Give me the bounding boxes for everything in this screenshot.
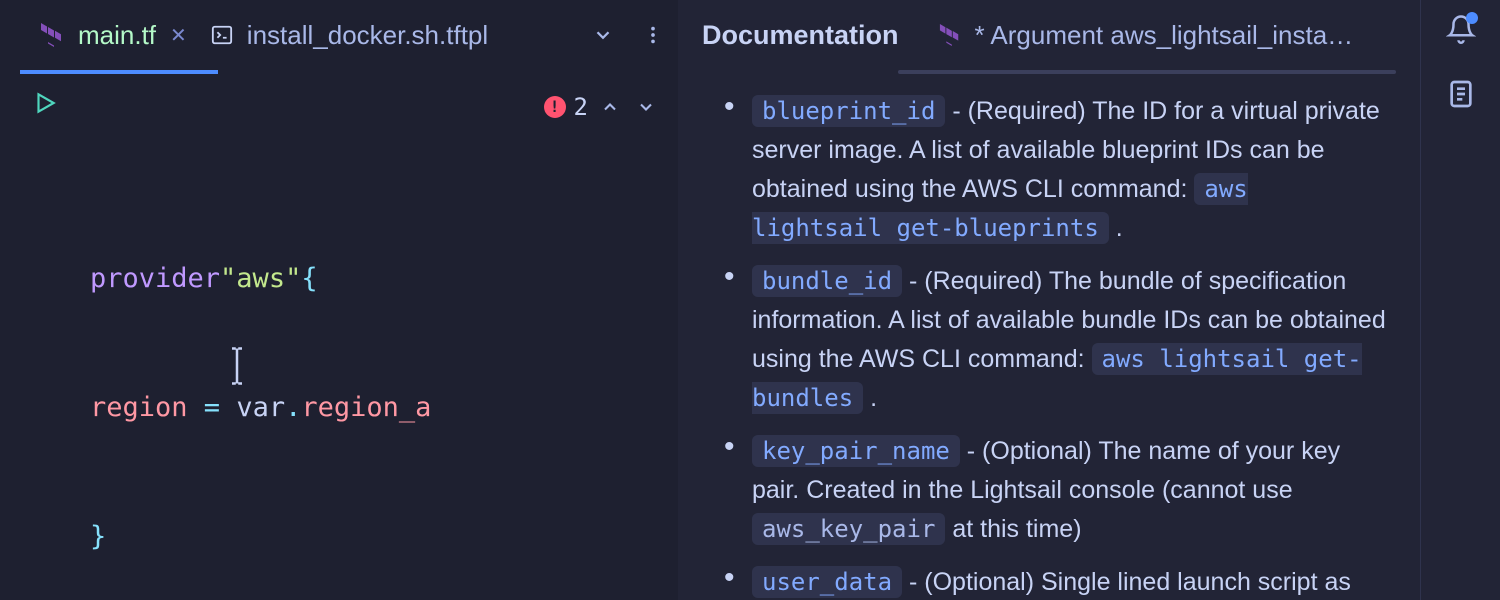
- close-icon[interactable]: ✕: [170, 23, 187, 48]
- doc-title: Documentation: [702, 20, 899, 51]
- more-icon[interactable]: [628, 24, 678, 46]
- right-rail: [1420, 0, 1500, 600]
- chevron-up-icon[interactable]: [596, 97, 624, 117]
- documentation-tool-icon[interactable]: [1445, 78, 1477, 110]
- chevron-down-icon[interactable]: [578, 24, 628, 46]
- terraform-icon: [40, 23, 64, 47]
- run-icon[interactable]: [32, 90, 58, 116]
- doc-item: key_pair_name - (Optional) The name of y…: [724, 432, 1392, 549]
- text-cursor-icon: [223, 346, 251, 386]
- doc-body[interactable]: blueprint_id - (Required) The ID for a v…: [678, 92, 1420, 600]
- doc-item: bundle_id - (Required) The bundle of spe…: [724, 262, 1392, 418]
- terminal-icon: [211, 24, 233, 46]
- chevron-down-icon[interactable]: [632, 97, 660, 117]
- doc-item: user_data - (Optional) Single lined laun…: [724, 563, 1392, 600]
- doc-separator: [898, 70, 1396, 74]
- tab-label: install_docker.sh.tftpl: [247, 20, 488, 51]
- doc-item: blueprint_id - (Required) The ID for a v…: [724, 92, 1392, 248]
- error-icon: !: [544, 96, 566, 118]
- editor-gutter: [0, 74, 90, 600]
- terraform-icon: [939, 24, 961, 46]
- doc-header: Documentation * Argument aws_lightsail_i…: [678, 0, 1420, 70]
- tab-install-docker[interactable]: install_docker.sh.tftpl: [199, 0, 500, 70]
- tab-main-tf[interactable]: main.tf ✕: [28, 0, 199, 70]
- editor-tab-bar: main.tf ✕ install_docker.sh.tftpl: [0, 0, 678, 70]
- tab-label: main.tf: [78, 20, 156, 51]
- code-editor[interactable]: ! 2 provider "aws" { region = var.region…: [90, 74, 678, 600]
- error-indicator[interactable]: ! 2: [544, 88, 660, 126]
- error-count: 2: [574, 88, 588, 126]
- notification-dot: [1466, 12, 1478, 24]
- doc-breadcrumb[interactable]: * Argument aws_lightsail_insta…: [939, 20, 1354, 51]
- notifications-icon[interactable]: [1446, 14, 1476, 44]
